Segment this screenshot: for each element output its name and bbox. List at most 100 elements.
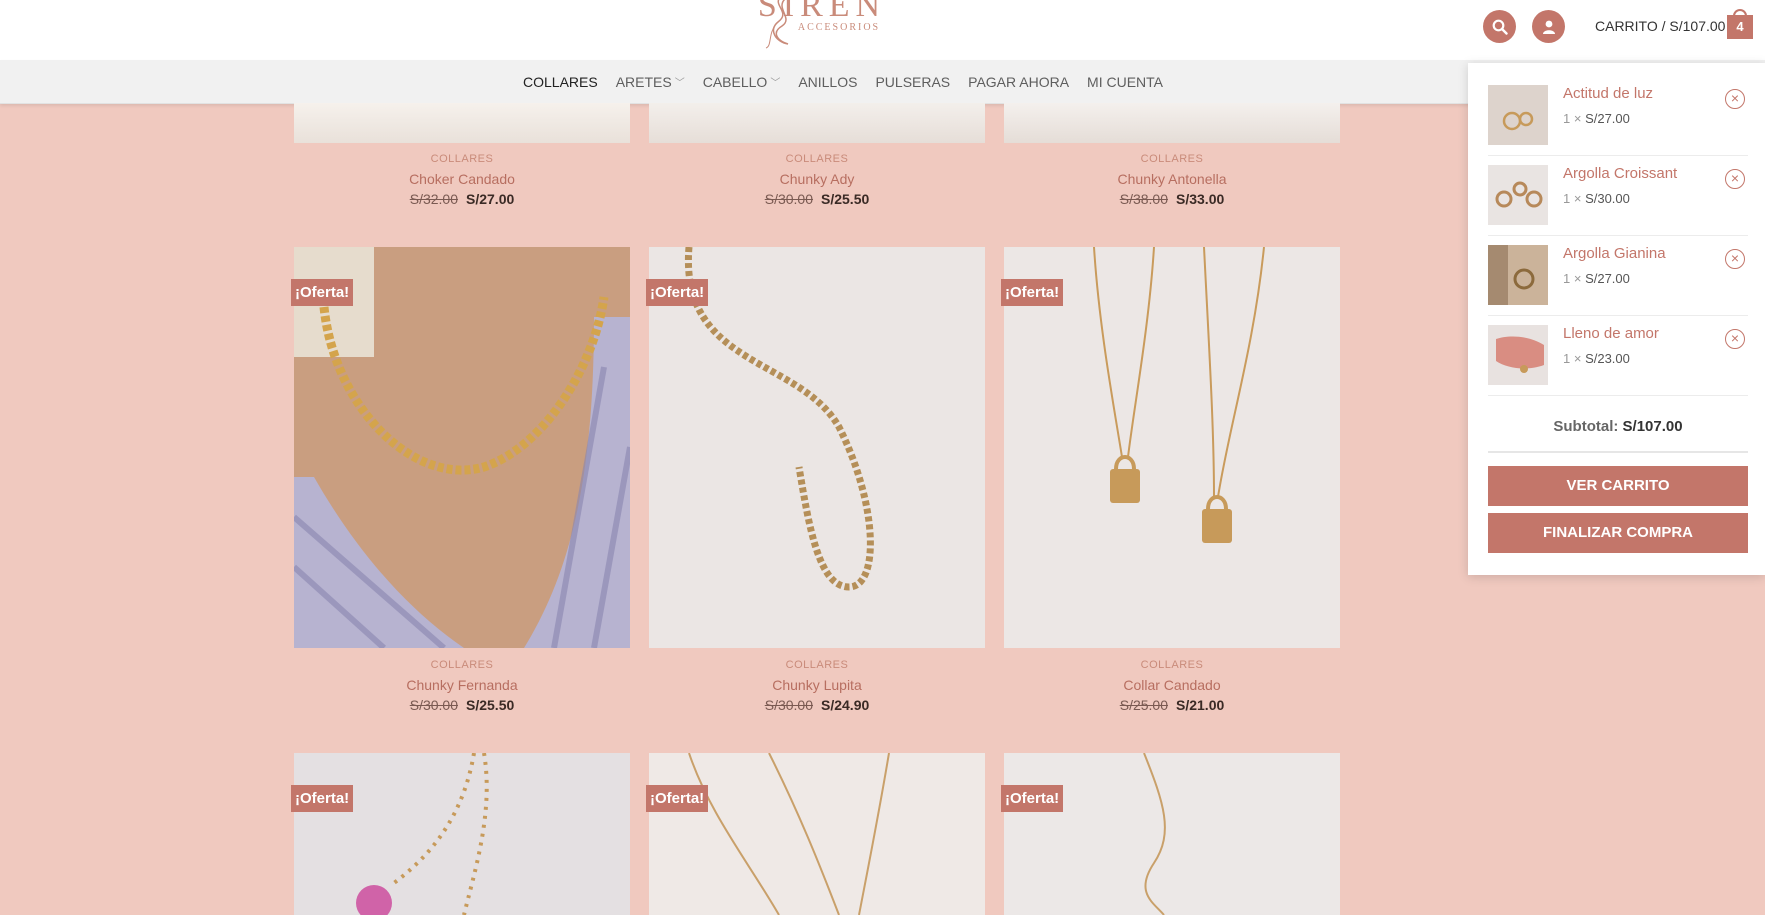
product-price: S/25.00 S/21.00 [1004,697,1340,713]
nav-pagar-ahora[interactable]: PAGAR AHORA [968,74,1069,90]
subtotal-label: Subtotal: [1553,418,1619,435]
qty-text: 1 × [1563,191,1582,206]
product-image[interactable] [649,247,985,648]
cart-bag-button[interactable]: 4 [1727,9,1753,39]
cart-item: Actitud de luz 1 × S/27.00 × [1488,75,1748,156]
product-card[interactable]: COLLARES Chunky Antonella S/38.00 S/33.00 [1004,103,1340,213]
cart-item-thumbnail[interactable] [1488,245,1548,305]
product-category[interactable]: COLLARES [294,659,630,671]
cart-item-name[interactable]: Lleno de amor [1563,325,1659,342]
nav-label: COLLARES [523,73,598,90]
cart-item-name[interactable]: Argolla Gianina [1563,245,1666,262]
cart-item: Lleno de amor 1 × S/23.00 × [1488,315,1748,396]
product-category[interactable]: COLLARES [1004,659,1340,671]
chevron-down-icon: ﹀ [674,78,685,89]
nav-label: PULSERAS [875,73,951,90]
nav-label: PAGAR AHORA [968,73,1070,90]
sale-badge: ¡Oferta! [291,279,354,306]
subtotal-value: S/107.00 [1622,418,1683,435]
search-button[interactable] [1483,10,1516,43]
product-image[interactable] [1004,247,1340,648]
cart-item-price: S/27.00 [1585,111,1630,126]
cart-item-quantity: 1 × S/27.00 [1563,111,1630,126]
remove-item-button[interactable]: × [1725,249,1745,269]
site-header: SIREN ACCESORIOS CARRITO / S/107.00 4 [0,0,1765,60]
sale-price: S/21.00 [1176,697,1225,713]
cart-link[interactable]: CARRITO / S/107.00 [1595,18,1725,34]
product-image[interactable] [649,753,985,915]
sale-price: S/25.50 [821,191,870,207]
sale-badge: ¡Oferta! [646,279,709,306]
remove-item-button[interactable]: × [1725,169,1745,189]
nav-cabello[interactable]: CABELLO ﹀ [703,74,781,90]
product-price: S/30.00 S/25.50 [649,191,985,207]
product-price: S/30.00 S/25.50 [294,697,630,713]
product-card[interactable]: ¡Oferta! COLLARES Chunky Fernanda S/30.0… [291,247,630,717]
product-name[interactable]: Chunky Ady [649,171,985,187]
nav-aretes[interactable]: ARETES ﹀ [616,74,685,90]
cart-total: S/107.00 [1669,18,1726,34]
cart-label: CARRITO / [1595,18,1670,34]
cart-item-price: S/27.00 [1585,271,1630,286]
nav-label: MI CUENTA [1087,73,1164,90]
sale-badge: ¡Oferta! [1001,279,1064,306]
cart-item-thumbnail[interactable] [1488,165,1548,225]
product-image[interactable] [294,247,630,648]
sale-price: S/24.90 [821,697,870,713]
product-card[interactable]: ¡Oferta! COLLARES Collar Candado S/25.00… [1001,247,1340,717]
product-card[interactable]: COLLARES Choker Candado S/32.00 S/27.00 [294,103,630,213]
product-image[interactable] [1004,753,1340,915]
product-name[interactable]: Collar Candado [1004,677,1340,693]
nav-anillos[interactable]: ANILLOS [798,74,857,90]
product-category[interactable]: COLLARES [294,153,630,165]
product-image[interactable] [294,753,630,915]
product-name[interactable]: Chunky Fernanda [294,677,630,693]
cart-item-thumbnail[interactable] [1488,85,1548,145]
old-price: S/30.00 [409,697,458,713]
cart-item: Argolla Gianina 1 × S/27.00 × [1488,235,1748,316]
necklace-photo [1004,247,1340,648]
cart-item-name[interactable]: Argolla Croissant [1563,165,1677,182]
product-card[interactable]: ¡Oferta! COLLARES Chunky Lupita S/30.00 S… [646,247,985,717]
product-card[interactable]: ¡Oferta! [291,753,630,915]
sale-badge: ¡Oferta! [291,785,354,812]
nav-pulseras[interactable]: PULSERAS [875,74,950,90]
product-price: S/38.00 S/33.00 [1004,191,1340,207]
cart-item-quantity: 1 × S/27.00 [1563,271,1630,286]
remove-item-button[interactable]: × [1725,89,1745,109]
product-name[interactable]: Chunky Lupita [649,677,985,693]
product-category[interactable]: COLLARES [1004,153,1340,165]
cart-item-name[interactable]: Actitud de luz [1563,85,1653,102]
old-price: S/30.00 [764,697,813,713]
product-image[interactable] [649,103,985,143]
site-logo[interactable]: SIREN ACCESORIOS [752,0,892,60]
product-image[interactable] [294,103,630,143]
nav-mi-cuenta[interactable]: MI CUENTA [1087,74,1163,90]
cart-item-quantity: 1 × S/30.00 [1563,191,1630,206]
nav-collares[interactable]: COLLARES [523,74,598,90]
nav-label: CABELLO [702,73,768,90]
qty-text: 1 × [1563,111,1582,126]
old-price: S/38.00 [1119,191,1168,207]
product-category[interactable]: COLLARES [649,659,985,671]
sale-price: S/25.50 [466,697,515,713]
account-button[interactable] [1532,10,1565,43]
cart-item: Argolla Croissant 1 × S/30.00 × [1488,155,1748,236]
product-category[interactable]: COLLARES [649,153,985,165]
cart-item-thumbnail[interactable] [1488,325,1548,385]
remove-item-button[interactable]: × [1725,329,1745,349]
cart-item-price: S/23.00 [1585,351,1630,366]
qty-text: 1 × [1563,271,1582,286]
product-name[interactable]: Chunky Antonella [1004,171,1340,187]
product-card[interactable]: ¡Oferta! [646,753,985,915]
chevron-down-icon: ﹀ [770,78,781,89]
product-image[interactable] [1004,103,1340,143]
product-name[interactable]: Choker Candado [294,171,630,187]
checkout-button[interactable]: FINALIZAR COMPRA [1488,513,1748,553]
view-cart-button[interactable]: VER CARRITO [1488,466,1748,506]
product-card[interactable]: COLLARES Chunky Ady S/30.00 S/25.50 [649,103,985,213]
mini-cart-dropdown: Actitud de luz 1 × S/27.00 × Argolla Cro… [1468,63,1765,575]
product-card[interactable]: ¡Oferta! [1001,753,1340,915]
necklace-photo [1004,753,1340,915]
sale-price: S/27.00 [466,191,515,207]
